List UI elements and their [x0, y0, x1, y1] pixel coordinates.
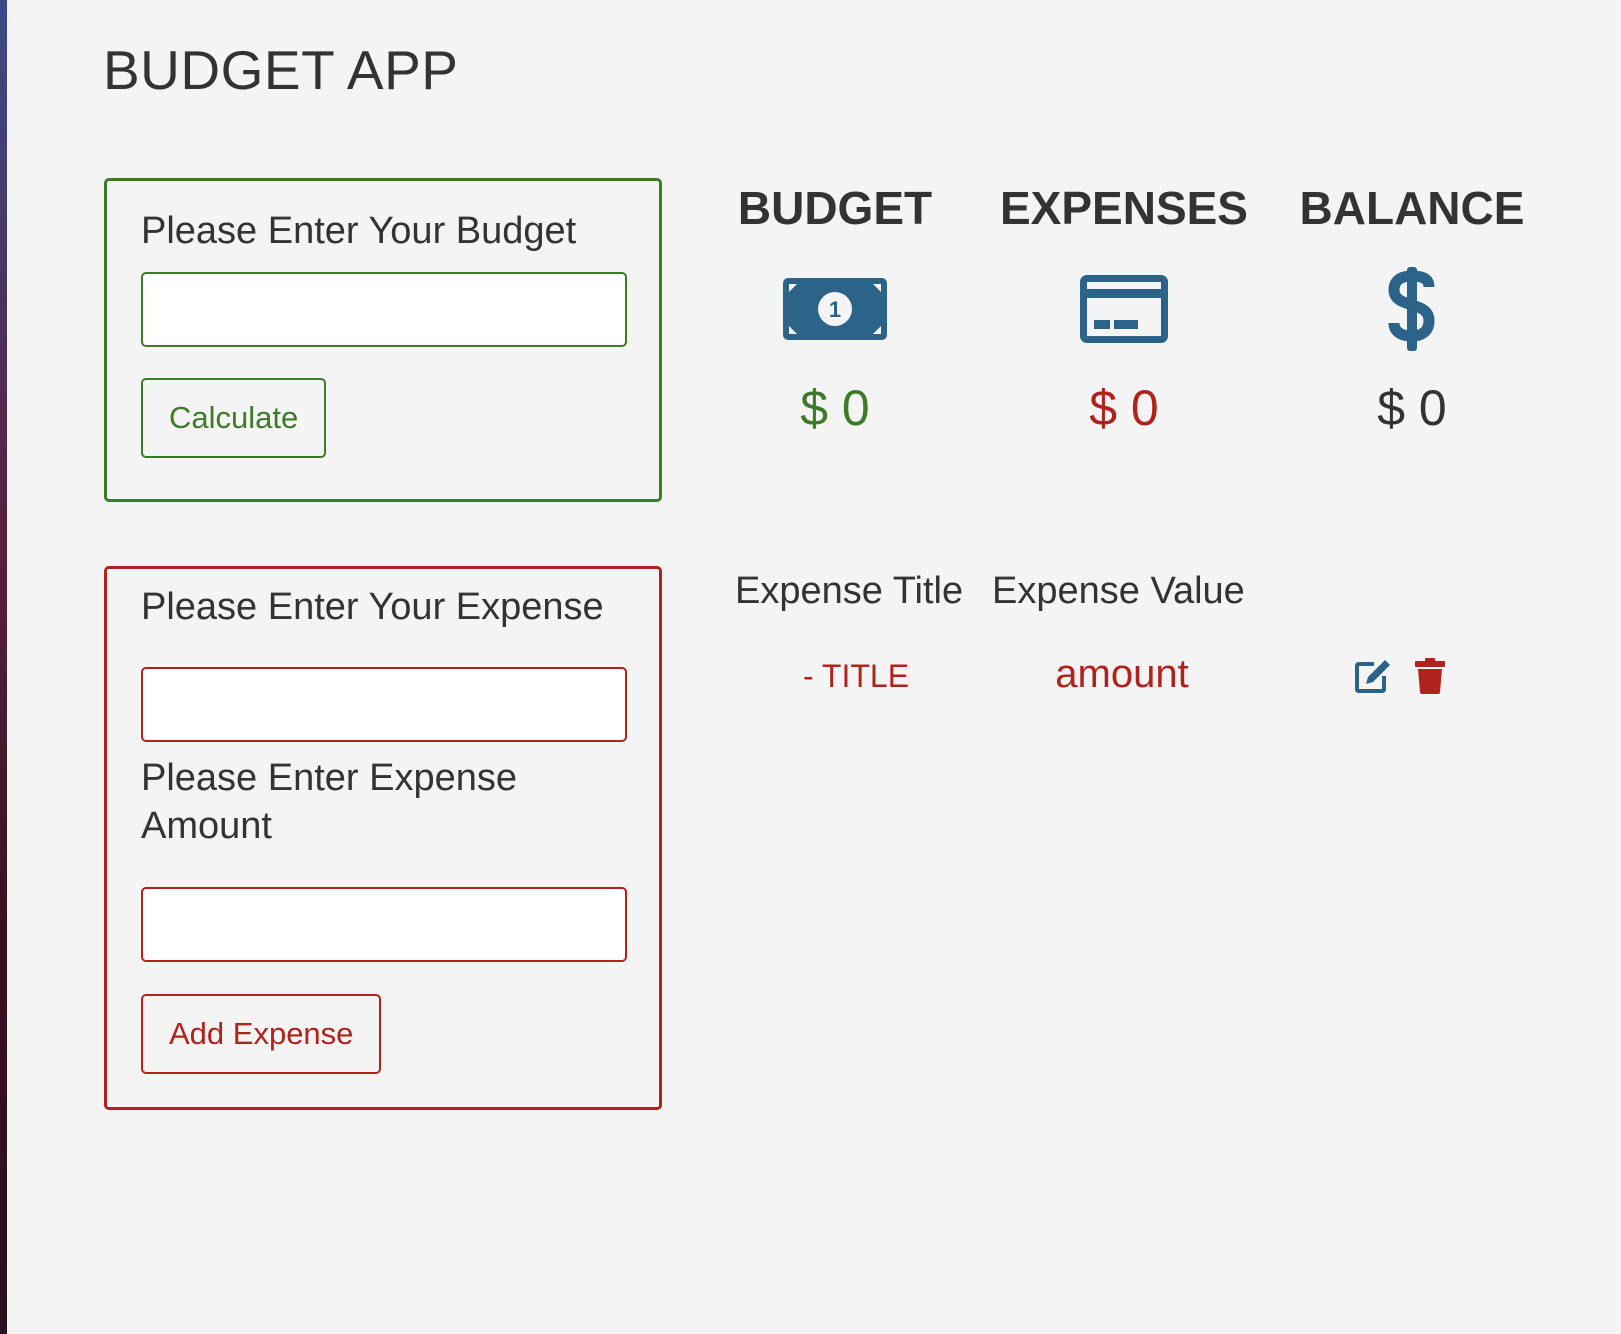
budget-stat: BUDGET 1 $ 0	[705, 178, 965, 438]
expense-title-label: Please Enter Your Expense	[141, 586, 604, 628]
expense-title-header: Expense Title	[735, 570, 964, 612]
expense-amount-input[interactable]	[141, 887, 627, 962]
expense-item-value: amount	[1055, 652, 1189, 696]
window-edge	[0, 0, 7, 1334]
budget-amount: $ 0	[800, 380, 870, 436]
credit-card-icon	[994, 270, 1254, 348]
expense-amount-label: Please Enter Expense Amount	[141, 757, 518, 847]
expenses-stat: EXPENSES $ 0	[994, 178, 1254, 438]
budget-form: Please Enter Your Budget Calculate	[104, 178, 662, 502]
trash-icon[interactable]	[1410, 656, 1450, 696]
expenses-stat-title: EXPENSES	[1000, 182, 1248, 234]
edit-icon[interactable]	[1353, 656, 1393, 696]
expense-value-header: Expense Value	[992, 570, 1245, 612]
add-expense-button[interactable]: Add Expense	[141, 994, 382, 1074]
balance-stat-title: BALANCE	[1299, 182, 1525, 234]
expense-title-input[interactable]	[141, 667, 627, 742]
expense-form: Please Enter Your Expense Please Enter E…	[104, 566, 662, 1110]
app-title: BUDGET APP	[103, 39, 459, 101]
svg-text:1: 1	[829, 297, 841, 322]
dollar-sign-icon	[1282, 267, 1542, 351]
expense-item-title: - TITLE	[802, 658, 910, 694]
budget-input[interactable]	[141, 272, 627, 347]
calculate-button[interactable]: Calculate	[141, 378, 327, 458]
budget-label: Please Enter Your Budget	[141, 210, 577, 252]
expenses-amount: $ 0	[1089, 380, 1159, 436]
balance-stat: BALANCE $ 0	[1282, 178, 1542, 438]
money-bill-icon: 1	[705, 270, 965, 348]
budget-stat-title: BUDGET	[737, 182, 933, 234]
balance-amount: $ 0	[1377, 380, 1447, 436]
